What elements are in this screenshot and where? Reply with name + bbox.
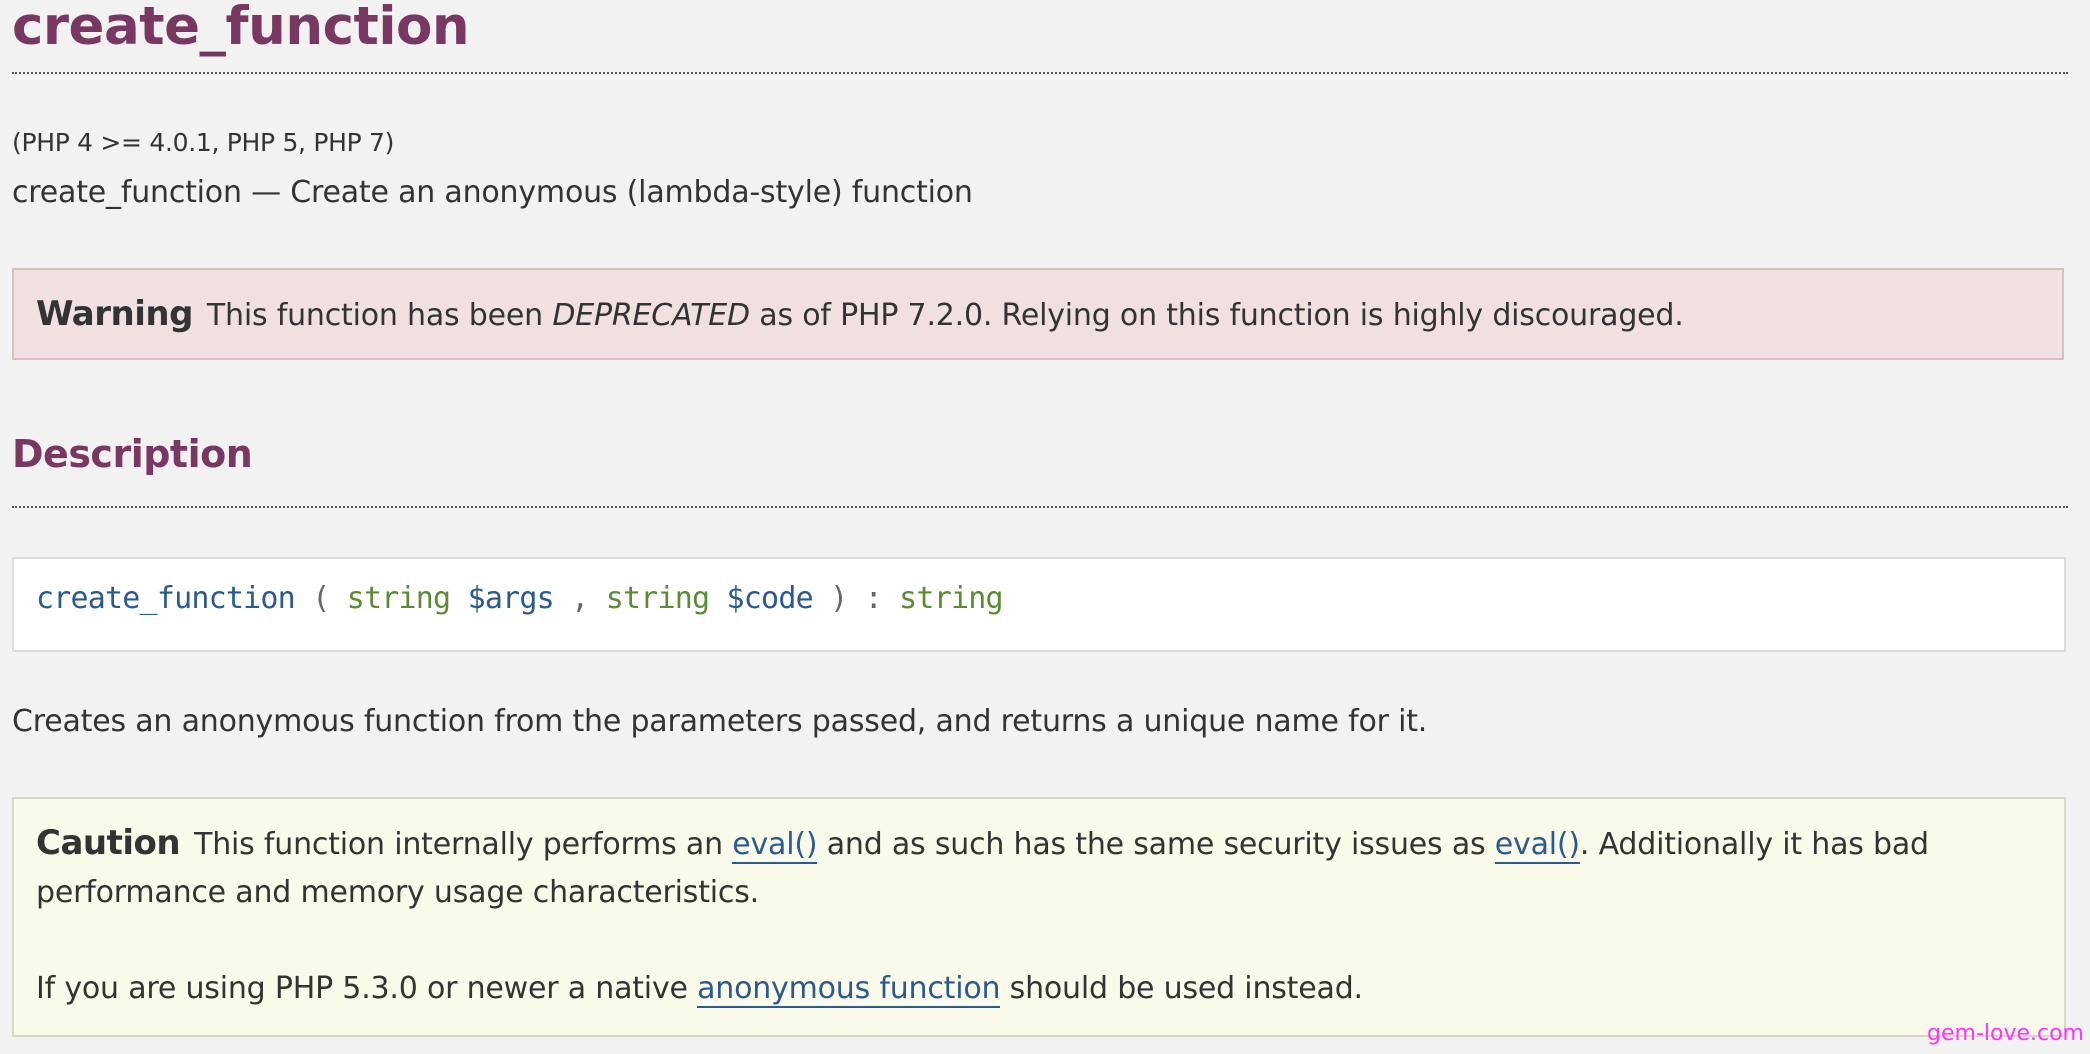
warning-label: Warning (36, 294, 193, 334)
caution-p2-after: should be used instead. (1000, 971, 1363, 1006)
method-signature: create_function ( string $args , string … (36, 581, 1004, 616)
anonymous-function-link[interactable]: anonymous function (697, 971, 1001, 1008)
signature-close-paren: ) (830, 581, 848, 616)
signature-return-type: string (899, 581, 1003, 616)
page-title: create_function (12, 0, 470, 57)
caution-content: Caution This function internally performs… (36, 819, 2036, 1013)
signature-param1-name: $args (467, 581, 555, 616)
caution-p2-before: If you are using PHP 5.3.0 or newer a na… (36, 971, 698, 1006)
warning-text-before: This function has been (206, 298, 553, 333)
title-divider (12, 72, 2068, 74)
warning-text-after: as of PHP 7.2.0. Relying on this functio… (749, 298, 1684, 333)
signature-colon: : (864, 581, 883, 616)
caution-box: Caution This function internally performs… (12, 797, 2066, 1037)
eval-link-1[interactable]: eval() (732, 827, 818, 864)
description-divider (12, 506, 2068, 508)
signature-param1-type: string (346, 581, 451, 616)
description-text: Creates an anonymous function from the p… (12, 704, 1428, 739)
version-info: (PHP 4 >= 4.0.1, PHP 5, PHP 7) (12, 128, 395, 157)
signature-function-name: create_function (36, 581, 296, 616)
caution-paragraph-1: Caution This function internally performs… (36, 819, 2036, 917)
warning-message: Warning This function has been DEPRECATED… (36, 294, 1684, 334)
caution-paragraph-2: If you are using PHP 5.3.0 or newer a na… (36, 965, 2036, 1013)
php-manual-page: create_function (PHP 4 >= 4.0.1, PHP 5, … (12, 0, 2068, 1037)
caution-label: Caution (36, 823, 181, 863)
signature-param2-type: string (605, 581, 710, 616)
method-signature-box: create_function ( string $args , string … (12, 557, 2066, 652)
signature-comma: , (571, 581, 589, 616)
warning-emphasis: DEPRECATED (552, 298, 750, 333)
signature-param2-name: $code (726, 581, 814, 616)
eval-link-2[interactable]: eval() (1494, 827, 1580, 864)
watermark: gem-love.com (1927, 1021, 2084, 1046)
deprecation-warning-box: Warning This function has been DEPRECATED… (12, 268, 2064, 360)
function-purpose: create_function — Create an anonymous (l… (12, 175, 973, 210)
caution-p1-middle: and as such has the same security issues… (817, 827, 1495, 862)
description-heading: Description (12, 432, 253, 476)
caution-p1-before: This function internally performs an (194, 827, 733, 862)
signature-open-paren: ( (312, 581, 330, 616)
